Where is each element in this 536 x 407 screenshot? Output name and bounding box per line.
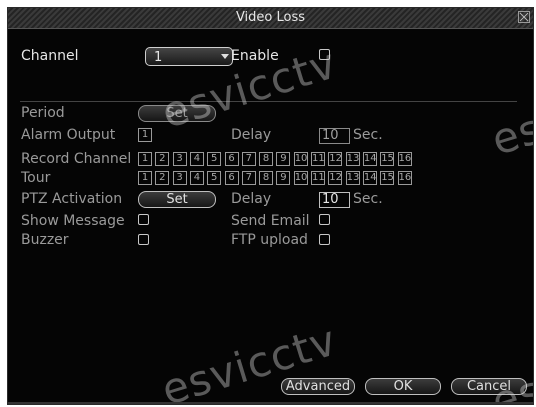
tour-channel-box-12[interactable]: 12	[328, 171, 343, 185]
send-email-checkbox[interactable]	[319, 214, 330, 225]
period-label: Period	[21, 105, 65, 121]
record-channel-label: Record Channel	[21, 151, 132, 167]
delay-label: Delay	[231, 127, 272, 143]
channel-select[interactable]: 1	[145, 47, 233, 66]
tour-channel-box-4[interactable]: 4	[189, 171, 204, 185]
send-email-label: Send Email	[231, 213, 310, 229]
tour-channel-box-2[interactable]: 2	[155, 171, 170, 185]
delay-unit: Sec.	[353, 127, 383, 143]
buzzer-checkbox[interactable]	[138, 234, 149, 245]
video-loss-dialog: Video Loss Channel 1 Enable Period Set A…	[7, 7, 534, 405]
alarm-output-label: Alarm Output	[21, 127, 116, 143]
tour-channel-box-6[interactable]: 6	[224, 171, 239, 185]
buzzer-label: Buzzer	[21, 232, 69, 248]
record-channel-box-2[interactable]: 2	[155, 152, 170, 166]
tour-channel-box-14[interactable]: 14	[362, 171, 377, 185]
delay-input[interactable]: 10	[319, 128, 350, 144]
record-channel-box-9[interactable]: 9	[276, 152, 291, 166]
tour-channel-box-5[interactable]: 5	[207, 171, 222, 185]
alarm-output-channel-1[interactable]: 1	[138, 128, 152, 142]
tour-channel-box-10[interactable]: 10	[293, 171, 308, 185]
channel-label: Channel	[21, 48, 79, 64]
record-channel-box-16[interactable]: 16	[397, 152, 412, 166]
record-channel-box-6[interactable]: 6	[224, 152, 239, 166]
chevron-down-icon	[221, 54, 229, 59]
record-channel-box-7[interactable]: 7	[241, 152, 256, 166]
show-message-checkbox[interactable]	[138, 214, 149, 225]
record-channel-box-11[interactable]: 11	[311, 152, 325, 166]
tour-channel-box-13[interactable]: 13	[345, 171, 360, 185]
record-channel-grid: 1 2 3 4 5 6 7 8 9 10 11 12 13 14 15 16	[138, 152, 414, 166]
advanced-button[interactable]: Advanced	[281, 378, 355, 395]
tour-label: Tour	[21, 170, 51, 186]
close-button[interactable]	[518, 11, 530, 23]
record-channel-box-10[interactable]: 10	[293, 152, 308, 166]
record-channel-box-14[interactable]: 14	[362, 152, 377, 166]
watermark-text: esvicctv	[486, 327, 534, 405]
alarm-output-channels: 1	[138, 128, 152, 142]
ok-button[interactable]: OK	[365, 378, 441, 395]
record-channel-box-13[interactable]: 13	[345, 152, 360, 166]
dialog-title: Video Loss	[235, 10, 306, 25]
record-channel-box-1[interactable]: 1	[138, 152, 152, 166]
tour-channel-grid: 1 2 3 4 5 6 7 8 9 10 11 12 13 14 15 16	[138, 171, 414, 185]
tour-channel-box-16[interactable]: 16	[397, 171, 412, 185]
tour-channel-box-9[interactable]: 9	[276, 171, 291, 185]
show-message-label: Show Message	[21, 213, 125, 229]
tour-channel-box-11[interactable]: 11	[311, 171, 325, 185]
ptz-delay-unit: Sec.	[353, 191, 383, 207]
tour-channel-box-8[interactable]: 8	[259, 171, 274, 185]
channel-select-value: 1	[154, 50, 163, 65]
ptz-delay-input[interactable]: 10	[319, 192, 350, 208]
record-channel-box-8[interactable]: 8	[259, 152, 274, 166]
title-bar: Video Loss	[8, 8, 533, 29]
close-icon	[519, 12, 529, 22]
ptz-delay-label: Delay	[231, 191, 272, 207]
ptz-set-button[interactable]: Set	[138, 191, 216, 208]
record-channel-box-4[interactable]: 4	[189, 152, 204, 166]
bottom-edge	[8, 402, 533, 404]
record-channel-box-5[interactable]: 5	[207, 152, 222, 166]
tour-channel-box-7[interactable]: 7	[241, 171, 256, 185]
ftp-upload-checkbox[interactable]	[319, 234, 330, 245]
tour-channel-box-1[interactable]: 1	[138, 171, 152, 185]
record-channel-box-15[interactable]: 15	[380, 152, 395, 166]
tour-channel-box-15[interactable]: 15	[380, 171, 395, 185]
watermark-text: esvicctv	[486, 65, 534, 165]
record-channel-box-12[interactable]: 12	[328, 152, 343, 166]
ftp-upload-label: FTP upload	[231, 232, 308, 248]
record-channel-box-3[interactable]: 3	[172, 152, 187, 166]
ptz-activation-label: PTZ Activation	[21, 191, 123, 207]
tour-channel-box-3[interactable]: 3	[172, 171, 187, 185]
